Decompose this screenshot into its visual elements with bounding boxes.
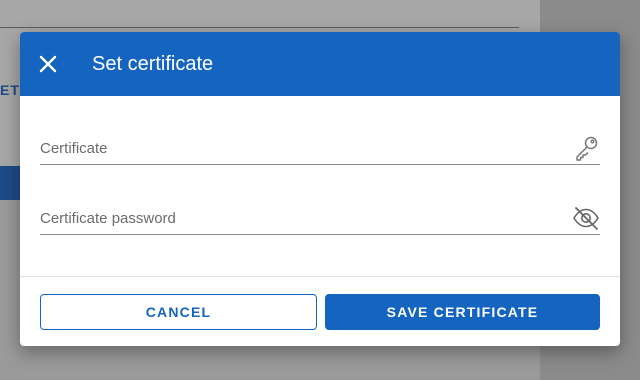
certificate-input[interactable] (40, 138, 560, 158)
close-icon (39, 55, 57, 73)
set-certificate-dialog: Set certificate CANCEL SAVE CERTIFICATE (20, 32, 620, 346)
certificate-password-field[interactable] (40, 200, 600, 235)
eye-off-icon[interactable] (572, 204, 600, 232)
dialog-title: Set certificate (92, 52, 214, 75)
certificate-password-input[interactable] (40, 208, 560, 228)
background-text-fragment: ET (0, 82, 20, 98)
dialog-footer-divider (20, 276, 620, 277)
dialog-header: Set certificate (20, 32, 620, 96)
background-divider (0, 27, 519, 28)
key-icon[interactable] (572, 134, 600, 162)
certificate-field[interactable] (40, 130, 600, 165)
close-button[interactable] (36, 52, 60, 76)
screen: ET Set certificate Certificate CANCEL SA… (0, 0, 640, 380)
cancel-button[interactable]: CANCEL (40, 294, 317, 330)
save-certificate-button[interactable]: SAVE CERTIFICATE (325, 294, 600, 330)
